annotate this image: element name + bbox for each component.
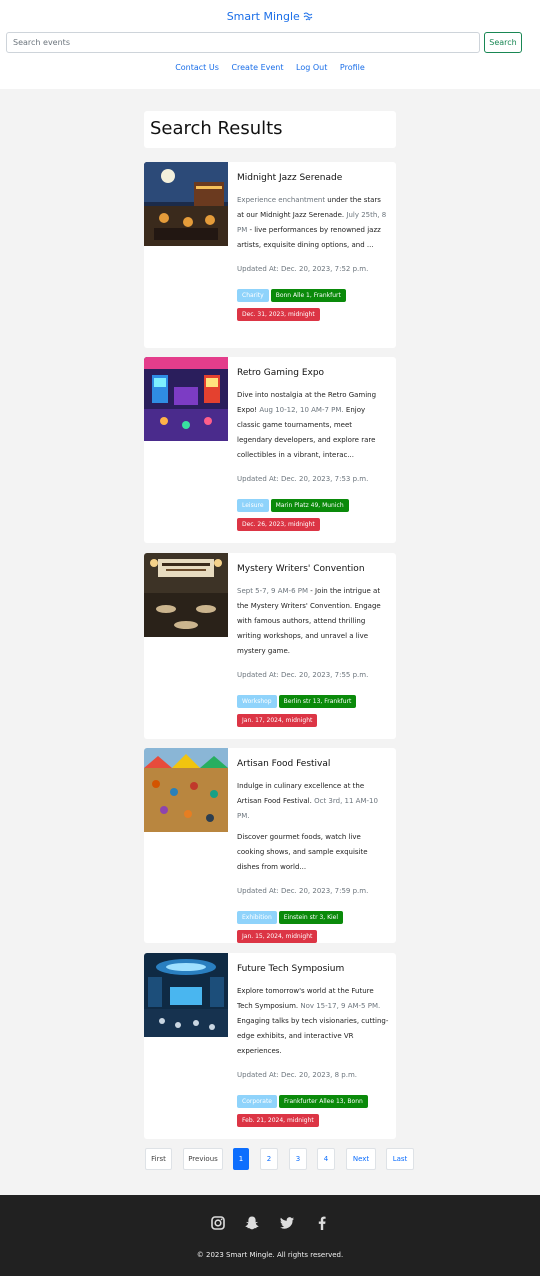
page-first-button[interactable]: First <box>145 1148 172 1170</box>
page-next-button[interactable]: Next <box>346 1148 376 1170</box>
event-badges: Corporate Frankfurter Allee 13, Bonn Feb.… <box>237 1090 389 1128</box>
date-badge: Jan. 15, 2024, midnight <box>237 930 318 943</box>
event-badges: Leisure Marin Platz 49, Munich Dec. 26, 2… <box>237 494 389 532</box>
nav-profile[interactable]: Profile <box>340 63 365 72</box>
event-badges: Workshop Berlin str 13, Frankfurt Jan. 17… <box>237 690 389 728</box>
event-badges: Charity Bonn Alle 1, Frankfurt Dec. 31, 2… <box>237 284 389 322</box>
event-card[interactable]: Retro Gaming Expo Dive into nostalgia at… <box>144 357 396 543</box>
category-badge: Charity <box>237 289 269 302</box>
event-description: Explore tomorrow's world at the Future T… <box>237 987 389 1055</box>
updated-at: Updated At: Dec. 20, 2023, 7:59 p.m. <box>237 887 369 895</box>
page-3-button[interactable]: 3 <box>289 1148 307 1170</box>
location-badge: Frankfurter Allee 13, Bonn <box>279 1095 368 1108</box>
location-badge: Berlin str 13, Frankfurt <box>278 695 357 708</box>
category-badge: Corporate <box>237 1095 277 1108</box>
category-badge: Workshop <box>237 695 277 708</box>
main-nav: Contact Us Create Event Log Out Profile <box>0 63 540 72</box>
event-description: Indulge in culinary excellence at the Ar… <box>237 782 378 871</box>
twitter-icon[interactable] <box>279 1215 295 1231</box>
updated-at: Updated At: Dec. 20, 2023, 7:55 p.m. <box>237 671 369 679</box>
search-button[interactable]: Search <box>484 32 522 53</box>
nav-contact-us[interactable]: Contact Us <box>175 63 219 72</box>
event-image[interactable] <box>144 748 228 832</box>
location-badge: Marin Platz 49, Munich <box>270 499 349 512</box>
event-card[interactable]: Midnight Jazz Serenade Experience enchan… <box>144 162 396 348</box>
results-title-card: Search Results <box>144 111 396 148</box>
event-image[interactable] <box>144 162 228 246</box>
date-badge: Feb. 21, 2024, midnight <box>237 1114 319 1127</box>
copyright-text: © 2023 Smart Mingle. All rights reserved… <box>196 1251 344 1259</box>
event-card[interactable]: Mystery Writers' Convention Sept 5-7, 9 … <box>144 553 396 739</box>
event-description: Dive into nostalgia at the Retro Gaming … <box>237 391 377 459</box>
location-badge: Einstein str 3, Kiel <box>278 911 344 924</box>
category-badge: Exhibition <box>237 911 277 924</box>
nav-log-out[interactable]: Log Out <box>296 63 327 72</box>
event-description: Experience enchantment under the stars a… <box>237 196 387 249</box>
event-image[interactable] <box>144 357 228 441</box>
page-previous-button[interactable]: Previous <box>183 1148 223 1170</box>
site-header: Smart Mingle Search Contact Us Create Ev… <box>0 0 540 89</box>
wave-icon <box>303 10 313 23</box>
event-title[interactable]: Retro Gaming Expo <box>237 367 389 379</box>
date-badge: Jan. 17, 2024, midnight <box>237 714 318 727</box>
page-2-button[interactable]: 2 <box>260 1148 278 1170</box>
event-badges: Exhibition Einstein str 3, Kiel Jan. 15, … <box>237 906 389 943</box>
event-description: Sept 5-7, 9 AM-6 PM - Join the intrigue … <box>237 587 381 655</box>
event-image[interactable] <box>144 953 228 1037</box>
social-links <box>210 1215 330 1231</box>
location-badge: Bonn Alle 1, Frankfurt <box>270 289 346 302</box>
brand-name[interactable]: Smart Mingle <box>227 10 300 23</box>
page-title: Search Results <box>150 118 283 139</box>
event-title[interactable]: Mystery Writers' Convention <box>237 563 389 575</box>
instagram-icon[interactable] <box>210 1215 226 1231</box>
page-4-button[interactable]: 4 <box>317 1148 335 1170</box>
updated-at: Updated At: Dec. 20, 2023, 7:53 p.m. <box>237 475 369 483</box>
event-title[interactable]: Future Tech Symposium <box>237 963 389 975</box>
search-form: Search <box>6 32 522 53</box>
updated-at: Updated At: Dec. 20, 2023, 8 p.m. <box>237 1071 358 1079</box>
nav-create-event[interactable]: Create Event <box>231 63 283 72</box>
event-title[interactable]: Artisan Food Festival <box>237 758 389 770</box>
page-last-button[interactable]: Last <box>386 1148 414 1170</box>
date-badge: Dec. 26, 2023, midnight <box>237 518 320 531</box>
event-card[interactable]: Future Tech Symposium Explore tomorrow's… <box>144 953 396 1139</box>
search-input[interactable] <box>6 32 480 53</box>
page-1-button[interactable]: 1 <box>233 1148 249 1170</box>
event-image[interactable] <box>144 553 228 637</box>
snapchat-icon[interactable] <box>244 1215 260 1231</box>
event-card[interactable]: Artisan Food Festival Indulge in culinar… <box>144 748 396 943</box>
updated-at: Updated At: Dec. 20, 2023, 7:52 p.m. <box>237 265 369 273</box>
date-badge: Dec. 31, 2023, midnight <box>237 308 320 321</box>
event-title[interactable]: Midnight Jazz Serenade <box>237 172 389 184</box>
site-footer: © 2023 Smart Mingle. All rights reserved… <box>0 1195 540 1276</box>
category-badge: Leisure <box>237 499 269 512</box>
brand[interactable]: Smart Mingle <box>0 10 540 23</box>
facebook-icon[interactable] <box>314 1215 330 1231</box>
